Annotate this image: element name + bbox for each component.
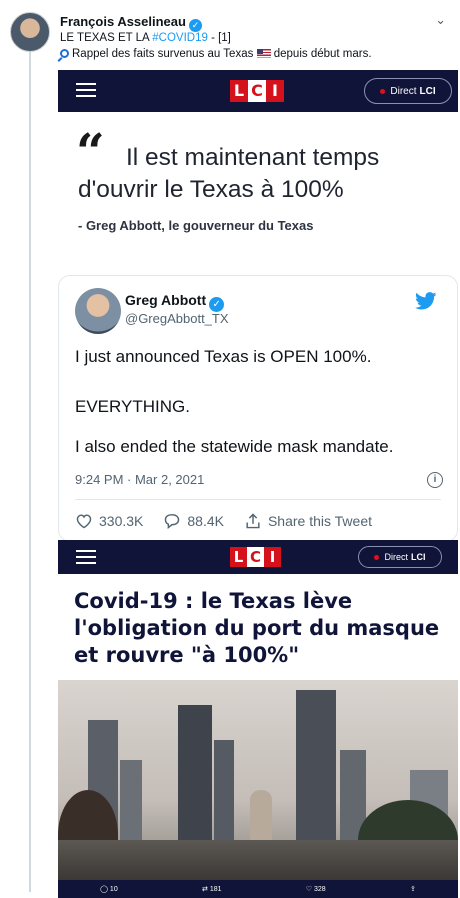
tweet-page: François Asselineau ✓ ⌄ LE TEXAS ET LA #C… [0,0,460,898]
embedded-tweet-line2: EVERYTHING. [75,397,190,416]
quote-attribution: - Greg Abbott, le gouverneur du Texas [78,218,314,233]
lci-logo-letter: L [230,547,247,567]
share-label: Share this Tweet [267,513,372,529]
embedded-author-name[interactable]: Greg Abbott [125,292,206,308]
author-avatar[interactable] [10,12,50,52]
lci-logo-letter: L [230,80,248,102]
embedded-tweet-line3: I also ended the statewide mask mandate. [75,437,394,456]
embedded-author-handle[interactable]: @GregAbbott_TX [125,311,229,326]
heart-icon [76,514,92,529]
chevron-down-icon[interactable]: ⌄ [435,12,446,28]
embedded-author-avatar[interactable] [75,288,121,334]
tweet-header: François Asselineau ✓ ⌄ LE TEXAS ET LA #C… [10,10,450,66]
like-button[interactable]: 330.3K [75,513,143,529]
lci-header-bottom: L C I Direct LCI [58,540,458,574]
direct-label: Direct [384,552,408,562]
reply-icon [165,514,180,529]
like-count: 330.3K [99,513,144,529]
comment-button[interactable]: ◯ 10 [100,885,118,894]
lci-logo-letter: I [266,80,284,102]
live-dot-icon [380,88,386,94]
tweet-text-after-flag: depuis début mars. [270,48,372,60]
thread-line [29,52,31,892]
quote-text: Il est maintenant temps d'ouvrir le Texa… [78,144,380,203]
twitter-bird-icon[interactable] [415,292,437,310]
hashtag-link[interactable]: #COVID19 [152,32,208,44]
lci-logo-letter: C [247,547,264,567]
reply-button[interactable]: 88.4K [163,513,224,529]
live-dot-icon [374,554,380,560]
quote-block: “ Il est maintenant temps d'ouvrir le Te… [58,112,458,272]
info-icon[interactable]: i [427,472,443,488]
embedded-tweet-timestamp[interactable]: 9:24 PM · Mar 2, 2021 [75,472,204,487]
direct-lci-button[interactable]: Direct LCI [364,78,452,104]
article-title[interactable]: Covid-19 : le Texas lève l'obligation du… [74,588,454,669]
street [58,840,458,880]
reply-count: 88.4K [187,513,224,529]
direct-brand: LCI [419,85,436,97]
comment-count: 10 [109,885,118,893]
retweet-button[interactable]: ⇄ 181 [202,885,222,894]
verified-icon: ✓ [188,19,202,32]
menu-icon[interactable] [76,550,96,564]
embedded-tweet-line1: I just announced Texas is OPEN 100%. [75,347,372,366]
direct-brand: LCI [411,552,426,562]
tweet-text-prefix: LE TEXAS ET LA [60,32,153,44]
direct-label: Direct [390,85,417,97]
lci-logo: L C I [230,80,284,102]
austin-skyline-photo [58,680,458,880]
like-count: 328 [314,885,326,893]
embedded-tweet-actions: 330.3K 88.4K Share this Tweet [75,513,392,529]
tweet-text-line1: LE TEXAS ET LA #COVID19 - [1] [60,32,231,44]
lci-header-top: L C I Direct LCI [58,70,458,112]
lci-logo-letter: C [248,80,266,102]
lci-logo: L C I [230,547,281,567]
share-icon[interactable]: ⇪ [410,885,416,893]
magnifier-icon [60,49,69,58]
share-button[interactable]: Share this Tweet [244,513,372,529]
like-button[interactable]: ♡ 328 [306,885,326,894]
author-name[interactable]: François Asselineau [60,14,186,29]
retweet-count: 181 [209,885,222,893]
author-name-block[interactable]: François Asselineau ✓ [60,14,202,32]
lci-logo-letter: I [264,547,281,567]
tweet-text-before-flag: Rappel des faits survenus au Texas [72,48,254,60]
menu-icon[interactable] [76,83,96,97]
embedded-author-name-block[interactable]: Greg Abbott ✓ [125,292,225,312]
share-icon [246,513,260,529]
photo-actions-bar: ◯ 10 ⇄ 181 ♡ 328 ⇪ [58,880,458,898]
divider [75,499,441,500]
verified-icon: ✓ [209,297,225,312]
article-header: Covid-19 : le Texas lève l'obligation du… [58,574,458,674]
us-flag-icon [256,49,271,58]
embedded-tweet-card[interactable]: Greg Abbott ✓ @GregAbbott_TX I just annou… [58,275,458,542]
tweet-text-line2: Rappel des faits survenus au Texas depui… [60,48,372,60]
direct-lci-button[interactable]: Direct LCI [358,546,442,568]
tweet-text-suffix: - [1] [207,32,231,44]
